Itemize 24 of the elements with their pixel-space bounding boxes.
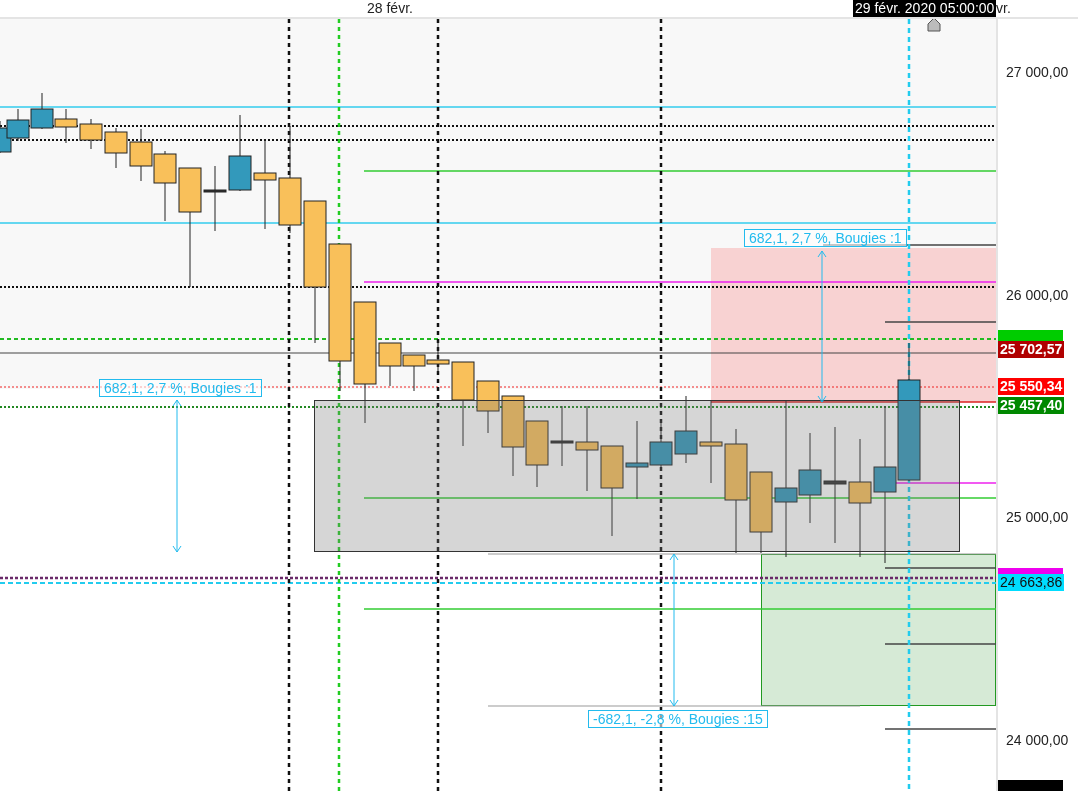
measurement-label: 682,1, 2,7 %, Bougies :1 xyxy=(99,379,262,397)
measurement-label: -682,1, -2,8 %, Bougies :15 xyxy=(588,710,768,728)
price-tick: 25 000,00 xyxy=(1006,509,1069,525)
measurement-label: 682,1, 2,7 %, Bougies :1 xyxy=(744,229,907,247)
time-label: vr. xyxy=(996,0,1011,17)
time-label: 28 févr. xyxy=(367,0,413,17)
candlestick xyxy=(525,420,549,488)
price-tag: 24 663,86 xyxy=(998,574,1065,591)
candlestick xyxy=(129,128,153,182)
marker-icon xyxy=(927,19,941,32)
price-tag: 25 457,40 xyxy=(998,397,1065,414)
candlestick xyxy=(674,395,698,464)
price-tick: 27 000,00 xyxy=(1006,64,1069,80)
price-tick: 24 000,00 xyxy=(1006,732,1069,748)
candlestick xyxy=(104,127,128,169)
price-tag: 25 550,34 xyxy=(998,378,1065,395)
price-tick: 26 000,00 xyxy=(1006,287,1069,303)
crosshair-time-label: 29 févr. 2020 05:00:00 xyxy=(853,0,997,17)
candlestick xyxy=(402,354,426,392)
candlestick xyxy=(30,92,54,130)
candlestick xyxy=(79,118,103,150)
candlestick xyxy=(550,405,574,467)
price-tag: 25 702,57 xyxy=(998,341,1065,358)
candlestick xyxy=(54,108,78,144)
